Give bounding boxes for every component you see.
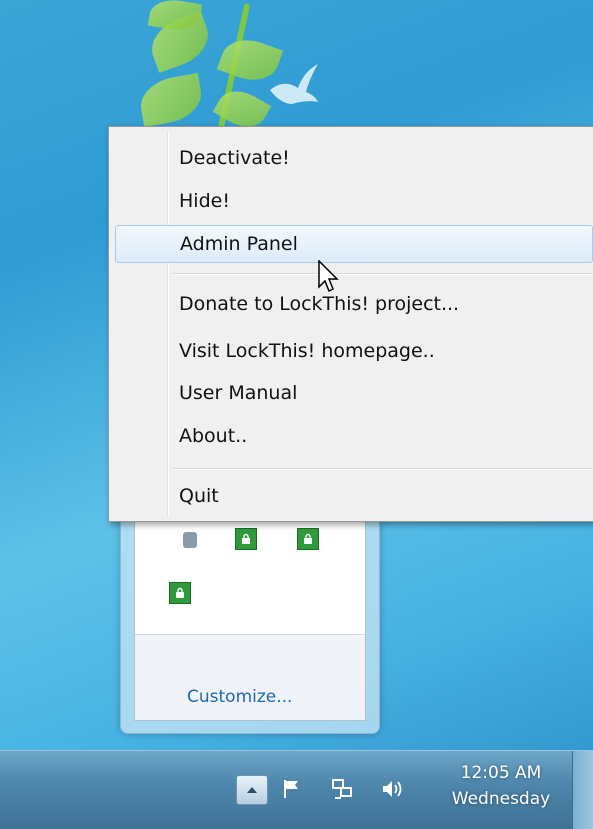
menu-item-label: Deactivate!	[179, 147, 290, 169]
menu-separator	[173, 273, 593, 275]
flag-icon	[284, 780, 298, 798]
clock-day: Wednesday	[451, 789, 551, 809]
taskbar: 12:05 AM Wednesday	[0, 750, 593, 829]
menu-item-label: Visit LockThis! homepage..	[179, 340, 435, 362]
menu-item-label: About..	[179, 425, 248, 447]
menu-item-deactivate[interactable]: Deactivate!	[115, 139, 593, 177]
bird-icon	[270, 64, 318, 104]
lock-icon[interactable]	[297, 528, 319, 550]
customize-footer: Customize...	[135, 635, 365, 720]
volume-icon	[383, 781, 402, 797]
show-desktop-button[interactable]	[572, 751, 593, 829]
mouse-cursor-icon	[318, 260, 339, 293]
clock-time: 12:05 AM	[460, 763, 542, 783]
menu-item-about[interactable]: About..	[115, 417, 593, 455]
customize-link[interactable]: Customize...	[187, 687, 292, 707]
menu-item-label: Quit	[179, 485, 219, 507]
menu-item-visit-homepage[interactable]: Visit LockThis! homepage..	[115, 332, 593, 370]
menu-item-label: Hide!	[179, 190, 230, 212]
lock-icon[interactable]	[169, 582, 191, 604]
menu-item-donate[interactable]: Donate to LockThis! project...	[115, 285, 593, 323]
show-hidden-icons-button[interactable]	[236, 775, 268, 805]
plant-leaf	[136, 72, 206, 128]
tray-context-menu: Deactivate! Hide! Admin Panel Donate to …	[108, 126, 593, 522]
menu-separator	[173, 468, 593, 470]
menu-item-admin-panel[interactable]: Admin Panel	[115, 225, 593, 263]
menu-item-label: Admin Panel	[180, 233, 298, 255]
menu-item-label: Donate to LockThis! project...	[179, 293, 460, 315]
menu-item-label: User Manual	[179, 382, 298, 404]
network-icon	[332, 779, 352, 799]
lock-icon[interactable]	[235, 528, 257, 550]
tray-panel: Customize...	[134, 493, 366, 721]
network-button[interactable]	[330, 777, 354, 801]
menu-item-quit[interactable]: Quit	[115, 477, 593, 515]
tray-app-icon[interactable]	[183, 532, 197, 548]
menu-item-user-manual[interactable]: User Manual	[115, 374, 593, 412]
chevron-up-icon	[247, 787, 257, 793]
menu-item-hide[interactable]: Hide!	[115, 182, 593, 220]
action-center-button[interactable]	[280, 777, 304, 801]
volume-button[interactable]	[380, 777, 404, 801]
clock[interactable]: 12:05 AM Wednesday	[436, 763, 566, 809]
